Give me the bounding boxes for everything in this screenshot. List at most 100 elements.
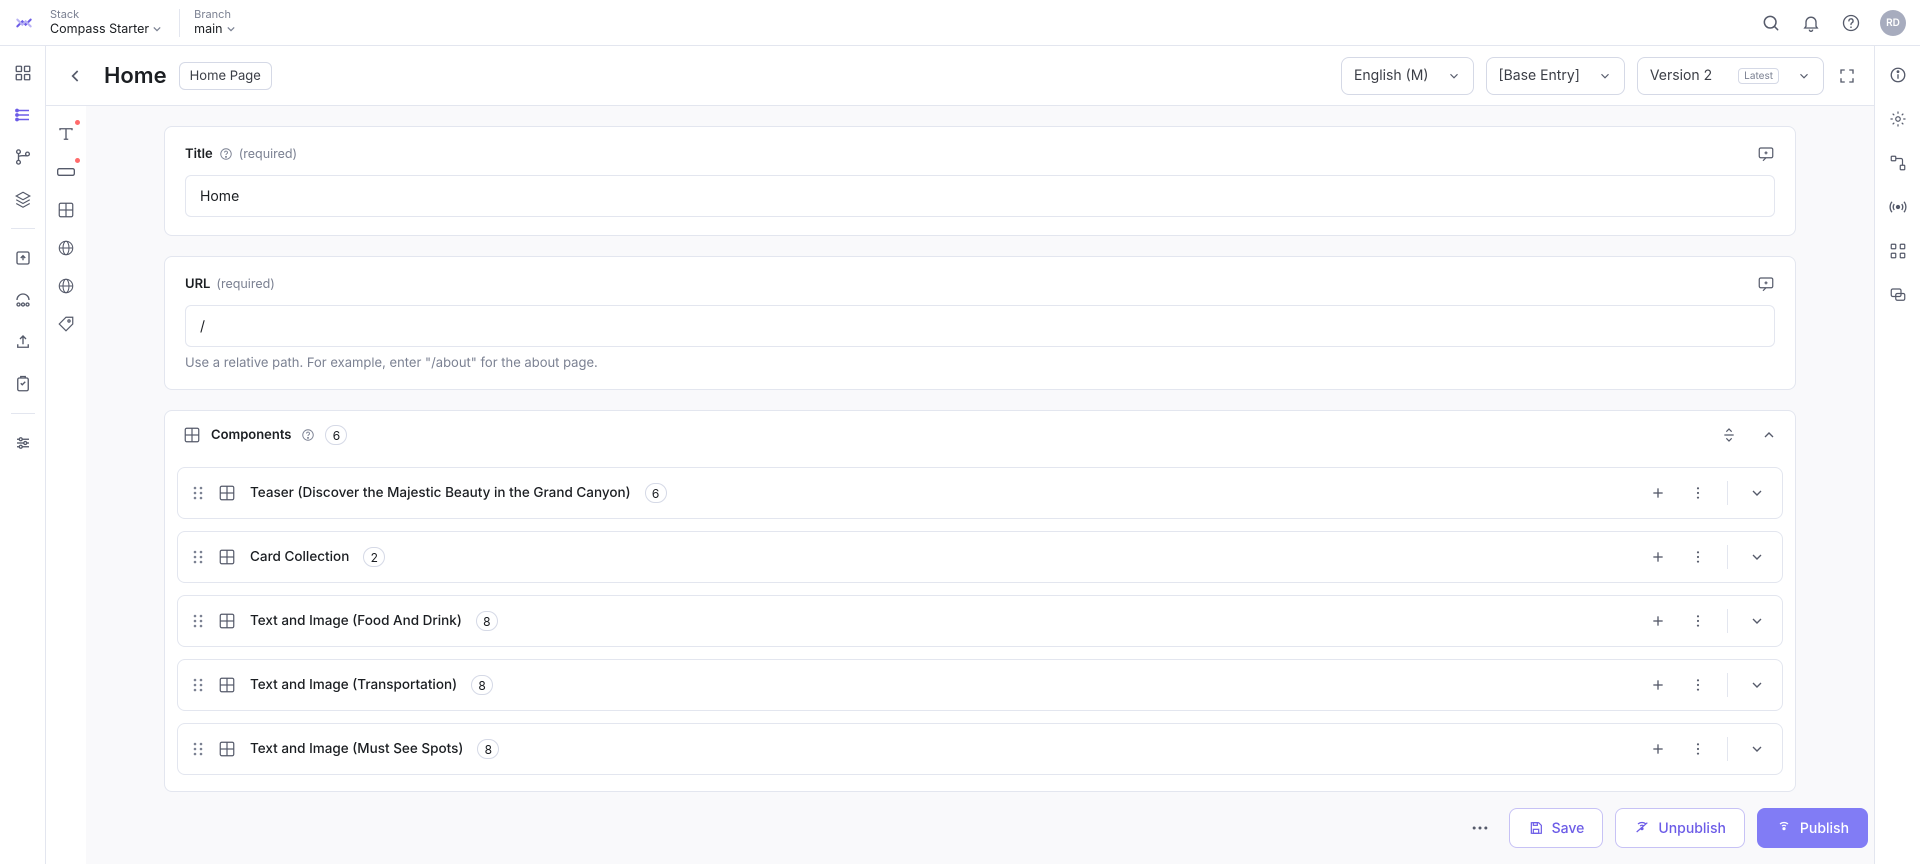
- more-icon[interactable]: [1463, 811, 1497, 845]
- chevron-down-icon[interactable]: [1746, 738, 1768, 760]
- help-icon[interactable]: [219, 147, 233, 161]
- add-icon[interactable]: [1647, 610, 1669, 632]
- add-comment-icon[interactable]: [1757, 145, 1775, 163]
- unpublish-button[interactable]: Unpublish: [1615, 808, 1745, 848]
- top-bar: Stack Compass Starter Branch main RD: [0, 0, 1920, 46]
- grid-icon: [218, 740, 236, 758]
- component-row[interactable]: Teaser (Discover the Majestic Beauty in …: [177, 467, 1783, 519]
- version-value: Version 2: [1650, 67, 1712, 84]
- base-entry-value: [Base Entry]: [1499, 67, 1580, 84]
- rail-upload-icon[interactable]: [8, 327, 38, 357]
- publish-button[interactable]: Publish: [1757, 808, 1868, 848]
- add-icon[interactable]: [1647, 738, 1669, 760]
- grid-icon: [218, 548, 236, 566]
- help-icon[interactable]: [1840, 12, 1862, 34]
- components-label: Components: [211, 427, 291, 443]
- info-icon[interactable]: [1887, 64, 1909, 86]
- language-value: English (M): [1354, 67, 1429, 84]
- url-required: (required): [216, 277, 274, 292]
- caret-down-icon: [227, 25, 235, 33]
- chevron-down-icon: [1598, 69, 1612, 83]
- base-entry-selector[interactable]: [Base Entry]: [1486, 57, 1625, 95]
- references-icon[interactable]: [1887, 240, 1909, 262]
- stack-selector[interactable]: Stack Compass Starter: [50, 8, 161, 36]
- title-label: Title: [185, 146, 213, 162]
- grid-icon: [218, 612, 236, 630]
- drag-handle-icon[interactable]: [192, 549, 204, 565]
- rail-publish-icon[interactable]: [8, 243, 38, 273]
- live-icon[interactable]: [1887, 196, 1909, 218]
- component-title: Teaser (Discover the Majestic Beauty in …: [250, 485, 631, 501]
- component-count: 2: [363, 547, 385, 567]
- add-icon[interactable]: [1647, 674, 1669, 696]
- more-icon[interactable]: [1687, 546, 1709, 568]
- component-row[interactable]: Text and Image (Must See Spots)8: [177, 723, 1783, 775]
- page-title: Home: [104, 63, 167, 89]
- gear-icon[interactable]: [1887, 108, 1909, 130]
- components-list: Teaser (Discover the Majestic Beauty in …: [165, 459, 1795, 791]
- more-icon[interactable]: [1687, 674, 1709, 696]
- chevron-down-icon[interactable]: [1746, 610, 1768, 632]
- drag-handle-icon[interactable]: [192, 613, 204, 629]
- page-header: Home Home Page English (M) [Base Entry] …: [46, 46, 1874, 106]
- drag-handle-icon[interactable]: [192, 677, 204, 693]
- title-input[interactable]: [185, 175, 1775, 217]
- rail-settings-icon[interactable]: [8, 428, 38, 458]
- add-icon[interactable]: [1647, 482, 1669, 504]
- component-row[interactable]: Text and Image (Food And Drink)8: [177, 595, 1783, 647]
- rail-tasks-icon[interactable]: [8, 369, 38, 399]
- search-icon[interactable]: [1760, 12, 1782, 34]
- rail-layers-icon[interactable]: [8, 184, 38, 214]
- component-row[interactable]: Text and Image (Transportation)8: [177, 659, 1783, 711]
- field-tag-icon[interactable]: [54, 312, 78, 336]
- chevron-down-icon[interactable]: [1746, 674, 1768, 696]
- grid-icon: [218, 676, 236, 694]
- url-label: URL: [185, 276, 210, 292]
- save-button[interactable]: Save: [1509, 808, 1604, 848]
- expand-all-icon[interactable]: [1721, 427, 1737, 443]
- rail-entries-icon[interactable]: [8, 100, 38, 130]
- expand-icon[interactable]: [1836, 65, 1858, 87]
- branch-selector[interactable]: Branch main: [194, 8, 234, 36]
- url-hint: Use a relative path. For example, enter …: [185, 355, 1775, 371]
- version-selector[interactable]: Version 2 Latest: [1637, 57, 1824, 95]
- chevron-down-icon[interactable]: [1746, 482, 1768, 504]
- help-icon[interactable]: [301, 428, 315, 442]
- title-field-card: Title (required): [164, 126, 1796, 236]
- field-input-icon[interactable]: [54, 160, 78, 184]
- field-globe-icon[interactable]: [54, 274, 78, 298]
- grid-icon: [183, 426, 201, 444]
- field-grid-icon[interactable]: [54, 198, 78, 222]
- more-icon[interactable]: [1687, 482, 1709, 504]
- add-icon[interactable]: [1647, 546, 1669, 568]
- workflow-icon[interactable]: [1887, 152, 1909, 174]
- component-row[interactable]: Card Collection2: [177, 531, 1783, 583]
- unpublish-label: Unpublish: [1658, 820, 1726, 837]
- rail-separator: [11, 413, 35, 414]
- add-comment-icon[interactable]: [1757, 275, 1775, 293]
- chevron-down-icon[interactable]: [1746, 546, 1768, 568]
- rail-branches-icon[interactable]: [8, 142, 38, 172]
- more-icon[interactable]: [1687, 738, 1709, 760]
- field-text-icon[interactable]: [54, 122, 78, 146]
- divider: [1727, 545, 1728, 569]
- avatar[interactable]: RD: [1880, 10, 1906, 36]
- divider: [1727, 609, 1728, 633]
- component-count: 8: [471, 675, 493, 695]
- right-rail: [1874, 46, 1920, 864]
- more-icon[interactable]: [1687, 610, 1709, 632]
- rail-releases-icon[interactable]: [8, 285, 38, 315]
- components-count: 6: [325, 425, 347, 445]
- drag-handle-icon[interactable]: [192, 485, 204, 501]
- language-selector[interactable]: English (M): [1341, 57, 1474, 95]
- drag-handle-icon[interactable]: [192, 741, 204, 757]
- bell-icon[interactable]: [1800, 12, 1822, 34]
- url-input[interactable]: [185, 305, 1775, 347]
- discussions-icon[interactable]: [1887, 284, 1909, 306]
- app-logo[interactable]: [14, 13, 34, 33]
- collapse-icon[interactable]: [1761, 427, 1777, 443]
- field-globe-icon[interactable]: [54, 236, 78, 260]
- chevron-down-icon: [1797, 69, 1811, 83]
- back-button[interactable]: [62, 62, 90, 90]
- rail-dashboard-icon[interactable]: [8, 58, 38, 88]
